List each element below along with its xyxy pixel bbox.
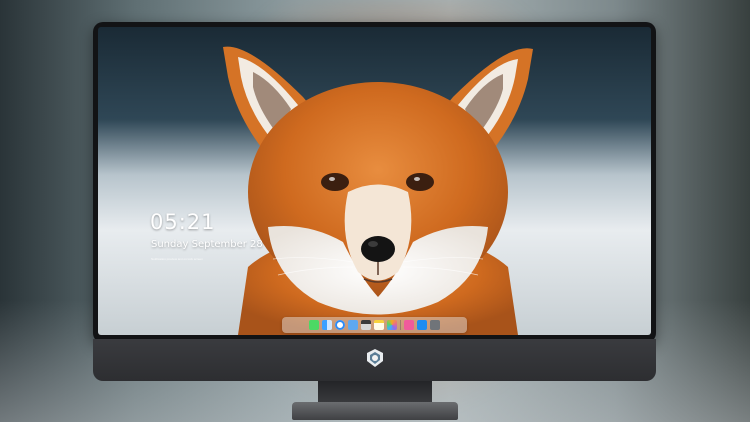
messages-icon[interactable] xyxy=(309,320,319,330)
monitor-screen: 05:21 Sunday September 28 Notification p… xyxy=(98,27,651,335)
photos-icon[interactable] xyxy=(387,320,397,330)
app-store-icon[interactable] xyxy=(417,320,427,330)
fox-logo-icon xyxy=(367,349,383,367)
fox-wallpaper xyxy=(223,46,533,335)
lockscreen-time: 05:21 xyxy=(150,210,216,234)
safari-icon[interactable] xyxy=(335,320,345,330)
music-icon[interactable] xyxy=(404,320,414,330)
monitor-stand-base xyxy=(292,402,458,420)
camera-icon[interactable] xyxy=(430,320,440,330)
finder-icon[interactable] xyxy=(322,320,332,330)
dock xyxy=(282,317,467,333)
dock-separator xyxy=(400,320,401,330)
claquette-icon[interactable] xyxy=(361,320,371,330)
lockscreen-date: Sunday September 28 xyxy=(151,239,263,250)
lockscreen-notice: Notification preview text on lock screen xyxy=(151,257,203,261)
mail-icon[interactable] xyxy=(348,320,358,330)
notes-icon[interactable] xyxy=(374,320,384,330)
background-scene: 05:21 Sunday September 28 Notification p… xyxy=(0,0,750,422)
